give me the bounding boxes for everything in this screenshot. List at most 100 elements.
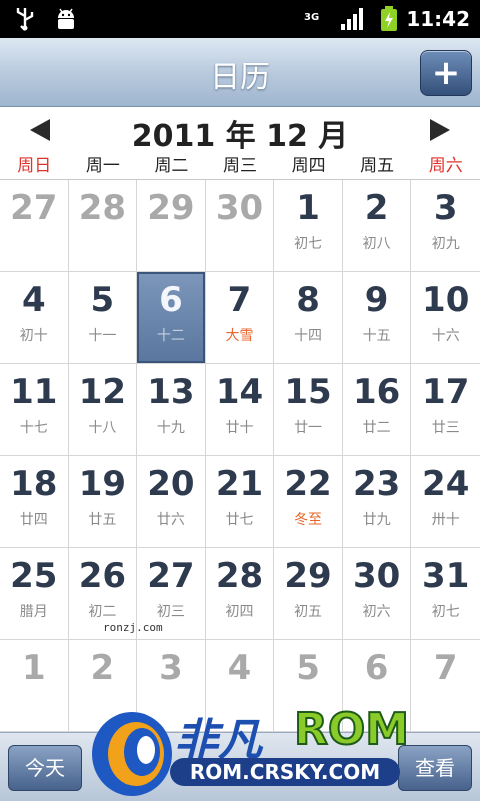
day-number: 6 bbox=[364, 648, 389, 688]
weekday-wed: 周三 bbox=[223, 156, 258, 176]
day-cell[interactable]: 25 腊月 bbox=[0, 548, 69, 640]
day-cell[interactable]: 7 bbox=[411, 640, 480, 732]
day-number: 27 bbox=[147, 556, 195, 596]
weekday-sun: 周日 bbox=[17, 156, 52, 176]
title-bar: 日历 + bbox=[0, 38, 480, 107]
lunar-date-label: 十七 bbox=[19, 420, 48, 436]
day-cell[interactable]: 27 bbox=[0, 180, 69, 272]
day-number: 16 bbox=[352, 372, 401, 412]
day-number: 7 bbox=[227, 280, 252, 320]
day-cell[interactable]: 16 廿二 bbox=[342, 364, 412, 456]
solar-term-label: 大雪 bbox=[225, 328, 254, 344]
next-month-icon[interactable] bbox=[430, 119, 450, 141]
day-cell[interactable]: 19 廿五 bbox=[68, 456, 138, 548]
day-number: 13 bbox=[147, 372, 195, 412]
day-number: 11 bbox=[10, 372, 58, 412]
logo-swirl-icon bbox=[92, 712, 172, 796]
day-cell[interactable]: 2 初八 bbox=[342, 180, 412, 272]
add-event-button[interactable]: + bbox=[420, 50, 472, 96]
page-title: 日历 bbox=[210, 60, 270, 95]
day-cell[interactable]: 29 bbox=[137, 180, 206, 272]
lunar-date-label: 十二 bbox=[156, 328, 185, 344]
day-cell[interactable]: 20 廿六 bbox=[137, 456, 206, 548]
day-number: 21 bbox=[215, 464, 264, 504]
day-number: 6 bbox=[159, 280, 183, 320]
day-cell[interactable]: 22 冬至 bbox=[274, 456, 343, 548]
lunar-date-label: 初八 bbox=[362, 236, 391, 252]
day-cell[interactable]: 5 十一 bbox=[68, 272, 138, 364]
usb-icon bbox=[16, 8, 34, 31]
day-cell[interactable]: 1 bbox=[0, 640, 69, 732]
lunar-date-label: 十八 bbox=[88, 420, 117, 436]
weekday-header: 周日 周一 周二 周三 周四 周五 周六 bbox=[0, 153, 480, 180]
lunar-date-label: 初九 bbox=[431, 236, 460, 252]
weekday-tue: 周二 bbox=[154, 156, 189, 176]
day-cell[interactable]: 10 十六 bbox=[411, 272, 480, 364]
day-cell[interactable]: 9 十五 bbox=[342, 272, 412, 364]
day-cell[interactable]: 21 廿七 bbox=[205, 456, 275, 548]
lunar-date-label: 初四 bbox=[225, 604, 254, 620]
day-cell[interactable]: 24 卅十 bbox=[411, 456, 480, 548]
day-cell[interactable]: 4 初十 bbox=[0, 272, 69, 364]
day-number: 3 bbox=[433, 188, 458, 228]
day-cell[interactable]: 31 初七 bbox=[411, 548, 480, 640]
lunar-date-label: 廿六 bbox=[156, 512, 185, 528]
day-cell[interactable]: 7 大雪 bbox=[205, 272, 275, 364]
day-cell[interactable]: 11 十七 bbox=[0, 364, 69, 456]
watermark-text: ronzj.com bbox=[103, 621, 163, 634]
lunar-date-label: 廿十 bbox=[225, 420, 254, 436]
day-cell[interactable]: 23 廿九 bbox=[342, 456, 412, 548]
day-number: 5 bbox=[90, 280, 115, 320]
day-number: 9 bbox=[364, 280, 389, 320]
lunar-date-label: 十一 bbox=[88, 328, 117, 344]
day-cell[interactable]: 17 廿三 bbox=[411, 364, 480, 456]
day-cell[interactable]: 18 廿四 bbox=[0, 456, 69, 548]
day-cell[interactable]: 14 廿十 bbox=[205, 364, 275, 456]
day-number: 2 bbox=[90, 648, 115, 688]
day-cell[interactable]: 13 十九 bbox=[137, 364, 206, 456]
day-cell[interactable]: 3 初九 bbox=[411, 180, 480, 272]
day-number: 28 bbox=[78, 188, 127, 228]
day-cell-selected[interactable]: 6 十二 bbox=[137, 272, 206, 364]
signal-icon bbox=[341, 8, 363, 30]
day-cell[interactable]: 8 十四 bbox=[274, 272, 343, 364]
lunar-date-label: 廿一 bbox=[294, 420, 323, 436]
day-number: 30 bbox=[215, 188, 264, 228]
day-cell[interactable]: 12 十八 bbox=[68, 364, 138, 456]
today-button[interactable]: 今天 bbox=[8, 745, 82, 791]
day-cell[interactable]: 30 bbox=[205, 180, 275, 272]
weekday-thu: 周四 bbox=[291, 156, 326, 176]
day-cell[interactable]: 15 廿一 bbox=[274, 364, 343, 456]
status-bar: 3G 11:42 bbox=[0, 0, 480, 38]
view-button[interactable]: 查看 bbox=[398, 745, 472, 791]
weekday-fri: 周五 bbox=[360, 156, 395, 176]
lunar-date-label: 初三 bbox=[156, 604, 185, 620]
day-number: 14 bbox=[215, 372, 264, 412]
day-cell[interactable]: 1 初七 bbox=[274, 180, 343, 272]
day-cell[interactable]: 28 初四 bbox=[205, 548, 275, 640]
lunar-date-label: 腊月 bbox=[19, 604, 48, 620]
logo-en-text: ROM bbox=[293, 703, 410, 756]
day-number: 2 bbox=[364, 188, 389, 228]
solar-term-label: 冬至 bbox=[294, 512, 323, 528]
day-cell[interactable]: 29 初五 bbox=[274, 548, 343, 640]
day-cell[interactable]: 30 初六 bbox=[342, 548, 412, 640]
lunar-date-label: 十五 bbox=[362, 328, 391, 344]
day-number: 4 bbox=[21, 280, 46, 320]
network-3g-icon: 3G bbox=[304, 12, 320, 23]
month-title: 2011 年 12 月 bbox=[131, 119, 349, 154]
day-number: 22 bbox=[284, 464, 332, 504]
day-number: 26 bbox=[78, 556, 127, 596]
day-cell[interactable]: 28 bbox=[68, 180, 138, 272]
lunar-date-label: 卅十 bbox=[431, 512, 460, 528]
month-header: 2011 年 12 月 bbox=[0, 107, 480, 154]
day-number: 1 bbox=[296, 188, 320, 228]
lunar-date-label: 初二 bbox=[88, 604, 117, 620]
logo-url-text: ROM.CRSKY.COM bbox=[170, 758, 400, 786]
lunar-date-label: 十四 bbox=[294, 328, 323, 344]
day-number: 31 bbox=[422, 556, 470, 596]
battery-charging-icon bbox=[381, 6, 397, 31]
android-debug-icon bbox=[58, 8, 74, 29]
day-number: 8 bbox=[296, 280, 320, 320]
day-number: 15 bbox=[284, 372, 332, 412]
